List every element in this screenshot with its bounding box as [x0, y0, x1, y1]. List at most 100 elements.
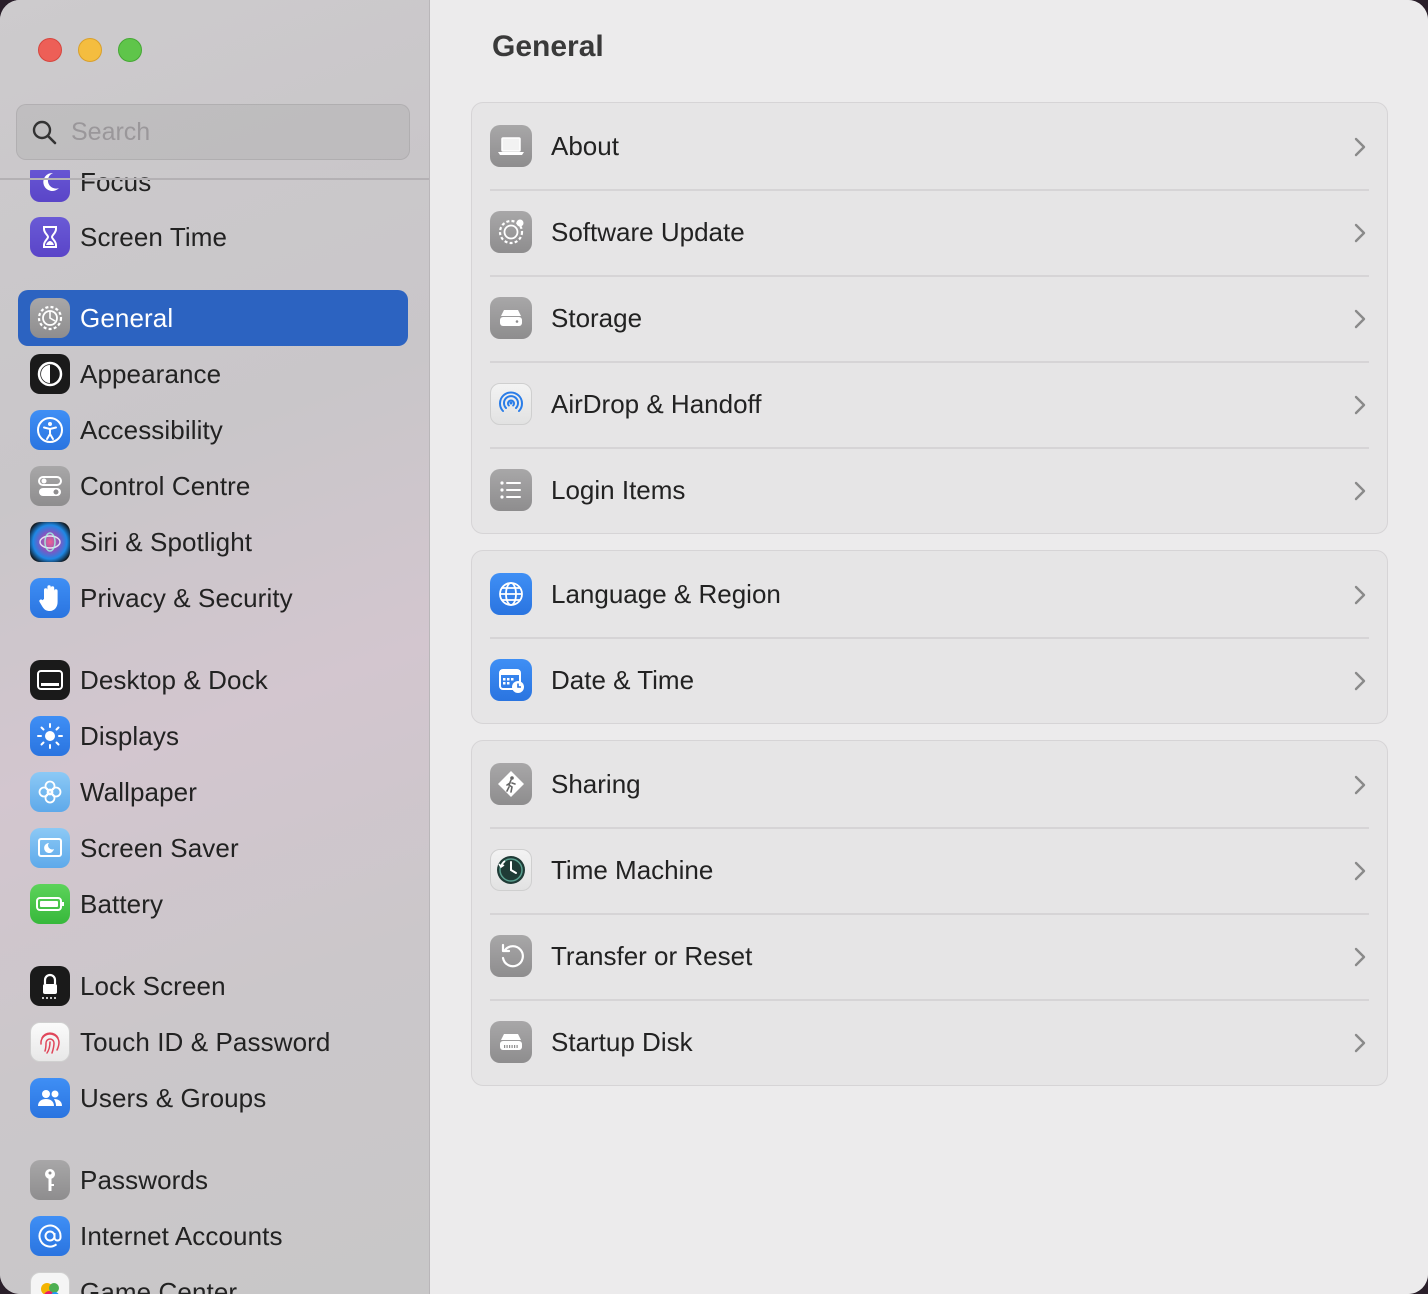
chevron-right-icon	[1354, 671, 1366, 691]
sidebar-item-internet-accounts[interactable]: Internet Accounts	[18, 1208, 408, 1264]
fingerprint-icon	[30, 1022, 70, 1062]
key-icon	[30, 1160, 70, 1200]
sidebar-item-desktop-dock[interactable]: Desktop & Dock	[18, 652, 408, 708]
sidebar-item-privacy-security[interactable]: Privacy & Security	[18, 570, 408, 626]
window-controls-overlay	[38, 38, 142, 62]
sidebar-item-game-center[interactable]: Game Center	[18, 1264, 408, 1294]
maximize-button[interactable]	[118, 38, 142, 62]
row-label: Sharing	[551, 768, 641, 799]
settings-window: Focus Screen Time General Appearance Acc…	[0, 0, 1428, 1294]
chevron-right-icon	[1354, 585, 1366, 605]
game-center-icon	[30, 1272, 70, 1294]
chevron-right-icon	[1354, 309, 1366, 329]
sidebar-item-label: Screen Time	[80, 221, 228, 252]
sidebar-item-label: Game Center	[80, 1276, 238, 1294]
chevron-right-icon	[1354, 775, 1366, 795]
row-software-update[interactable]: Software Update	[472, 189, 1387, 275]
row-label: Login Items	[551, 474, 686, 505]
sidebar-item-label: General	[80, 302, 174, 333]
sidebar-item-lock-screen[interactable]: Lock Screen	[18, 958, 408, 1014]
sidebar-item-label: Screen Saver	[80, 832, 239, 863]
row-label: Time Machine	[551, 854, 714, 885]
flower-icon	[30, 772, 70, 812]
software-update-icon	[490, 211, 532, 253]
chevron-right-icon	[1354, 137, 1366, 157]
hourglass-icon	[30, 217, 70, 257]
sharing-icon	[490, 763, 532, 805]
row-label: Software Update	[551, 216, 745, 247]
chevron-right-icon	[1354, 861, 1366, 881]
at-icon	[30, 1216, 70, 1256]
row-label: Language & Region	[551, 578, 781, 609]
row-airdrop-handoff[interactable]: AirDrop & Handoff	[472, 361, 1387, 447]
chevron-right-icon	[1354, 223, 1366, 243]
accessibility-icon	[30, 410, 70, 450]
row-storage[interactable]: Storage	[472, 275, 1387, 361]
airdrop-icon	[490, 383, 532, 425]
sidebar-item-label: Internet Accounts	[80, 1220, 283, 1251]
sun-icon	[30, 716, 70, 756]
chevron-right-icon	[1354, 481, 1366, 501]
sidebar-item-wallpaper[interactable]: Wallpaper	[18, 764, 408, 820]
settings-group: Language & Region Date & Time	[471, 550, 1388, 724]
sidebar-item-users-groups[interactable]: Users & Groups	[18, 1070, 408, 1126]
row-login-items[interactable]: Login Items	[472, 447, 1387, 533]
minimize-button[interactable]	[78, 38, 102, 62]
row-label: About	[551, 130, 619, 161]
row-label: AirDrop & Handoff	[551, 388, 762, 419]
row-transfer-reset[interactable]: Transfer or Reset	[472, 913, 1387, 999]
sidebar-item-label: Siri & Spotlight	[80, 526, 253, 557]
toggles-icon	[30, 466, 70, 506]
sidebar-item-siri-spotlight[interactable]: Siri & Spotlight	[18, 514, 408, 570]
sidebar-item-label: Battery	[80, 888, 164, 919]
sidebar-item-screen-time[interactable]: Screen Time	[18, 209, 408, 265]
row-label: Transfer or Reset	[551, 940, 753, 971]
search-field[interactable]	[16, 104, 410, 160]
sidebar-item-label: Wallpaper	[80, 776, 197, 807]
chevron-right-icon	[1354, 1033, 1366, 1053]
sidebar-item-general[interactable]: General	[18, 290, 408, 346]
sidebar-item-label: Focus	[80, 166, 152, 197]
row-time-machine[interactable]: Time Machine	[472, 827, 1387, 913]
sidebar-item-label: Touch ID & Password	[80, 1026, 331, 1057]
sidebar: Focus Screen Time General Appearance Acc…	[0, 0, 430, 1294]
sidebar-item-label: Desktop & Dock	[80, 664, 268, 695]
close-button[interactable]	[38, 38, 62, 62]
sidebar-item-passwords[interactable]: Passwords	[18, 1152, 408, 1208]
sidebar-item-appearance[interactable]: Appearance	[18, 346, 408, 402]
row-date-time[interactable]: Date & Time	[472, 637, 1387, 723]
sidebar-item-accessibility[interactable]: Accessibility	[18, 402, 408, 458]
hand-icon	[30, 578, 70, 618]
search-input[interactable]	[71, 117, 371, 147]
gear-icon	[30, 298, 70, 338]
siri-icon	[30, 522, 70, 562]
storage-icon	[490, 297, 532, 339]
sidebar-item-displays[interactable]: Displays	[18, 708, 408, 764]
settings-group: About Software Update Storage AirDrop & …	[471, 102, 1388, 534]
dock-icon	[30, 660, 70, 700]
appearance-icon	[30, 354, 70, 394]
sidebar-item-label: Control Centre	[80, 470, 251, 501]
sidebar-item-label: Accessibility	[80, 414, 223, 445]
sidebar-item-battery[interactable]: Battery	[18, 876, 408, 932]
row-label: Date & Time	[551, 664, 695, 695]
screensaver-icon	[30, 828, 70, 868]
list-icon	[490, 469, 532, 511]
chevron-right-icon	[1354, 947, 1366, 967]
row-about[interactable]: About	[472, 103, 1387, 189]
sidebar-item-screen-saver[interactable]: Screen Saver	[18, 820, 408, 876]
users-icon	[30, 1078, 70, 1118]
calendar-clock-icon	[490, 659, 532, 701]
battery-icon	[30, 884, 70, 924]
search-icon	[32, 120, 57, 145]
sidebar-item-touch-id[interactable]: Touch ID & Password	[18, 1014, 408, 1070]
row-startup-disk[interactable]: Startup Disk	[472, 999, 1387, 1085]
chevron-right-icon	[1354, 395, 1366, 415]
row-language-region[interactable]: Language & Region	[472, 551, 1387, 637]
sidebar-item-label: Privacy & Security	[80, 582, 293, 613]
sidebar-item-label: Users & Groups	[80, 1082, 267, 1113]
sidebar-item-label: Lock Screen	[80, 970, 226, 1001]
sidebar-item-control-centre[interactable]: Control Centre	[18, 458, 408, 514]
sidebar-item-label: Appearance	[80, 358, 222, 389]
row-sharing[interactable]: Sharing	[472, 741, 1387, 827]
